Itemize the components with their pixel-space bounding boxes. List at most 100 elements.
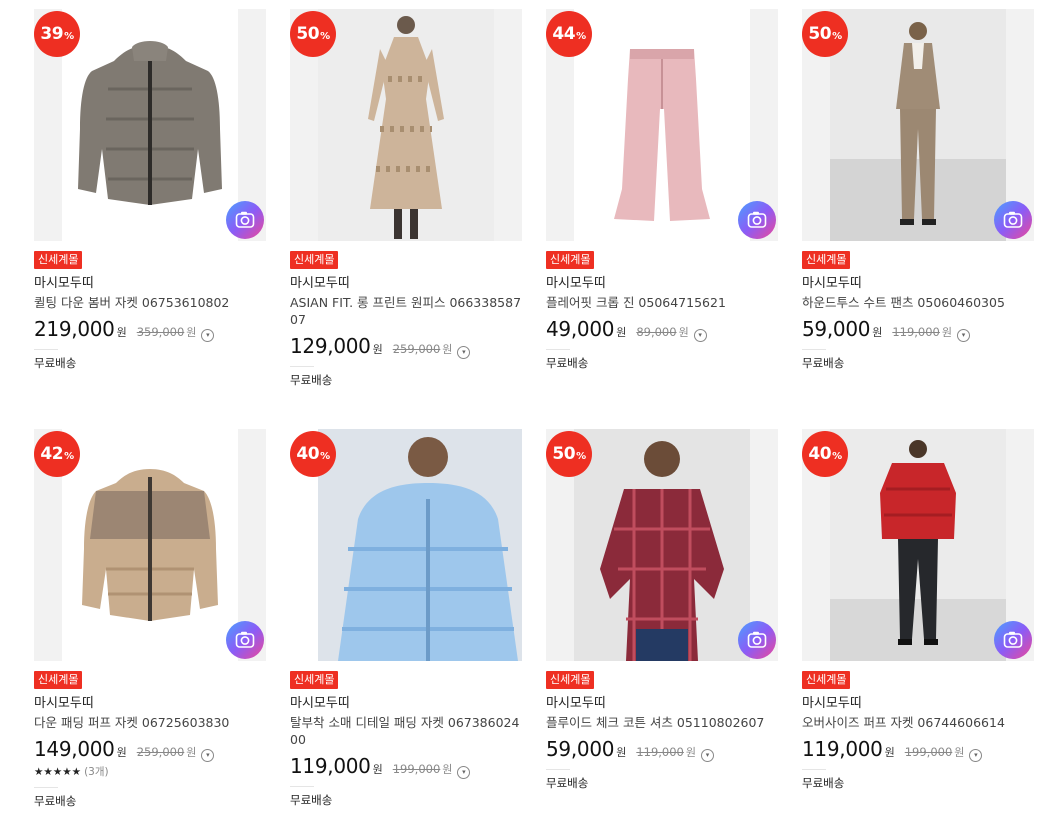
original-price: 89,000 — [636, 325, 677, 339]
price-row: 119,000 원 199,000 원 ▾ — [802, 737, 1034, 762]
discount-value: 44 — [552, 24, 576, 44]
product-card[interactable]: 39% 신세계몰 마시모두띠 퀼팅 다운 봄버 자켓 06753610802 2… — [34, 9, 266, 371]
brand-name[interactable]: 마시모두띠 — [290, 695, 522, 712]
product-image[interactable]: 44% — [546, 9, 778, 241]
brand-name[interactable]: 마시모두띠 — [802, 275, 1034, 292]
discount-value: 50 — [808, 24, 832, 44]
camera-search-icon[interactable] — [738, 201, 776, 239]
price-row: 59,000 원 119,000 원 ▾ — [802, 317, 1034, 342]
discount-badge: 42% — [34, 431, 80, 477]
price-info-icon[interactable]: ▾ — [201, 328, 215, 342]
product-name[interactable]: 플루이드 체크 코튼 셔츠 05110802607 — [546, 714, 778, 731]
product-image[interactable]: 40% — [802, 429, 1034, 661]
price-row: 59,000 원 119,000 원 ▾ — [546, 737, 778, 762]
price-row: 149,000 원 259,000 원 ▾ — [34, 737, 266, 762]
currency: 원 — [872, 326, 883, 339]
price-info-icon[interactable]: ▾ — [701, 748, 714, 762]
price-info-icon[interactable]: ▾ — [693, 328, 707, 342]
discount-percent: % — [576, 30, 586, 42]
product-photo-pink-jeans — [574, 9, 750, 241]
original-price: 199,000 — [904, 745, 953, 759]
product-image[interactable]: 40% — [290, 429, 522, 661]
sale-price: 129,000 — [290, 334, 371, 358]
review-count: (3개) — [84, 766, 109, 778]
product-card[interactable]: 50% 신세계몰 마시모두띠 하운드투스 수트 팬츠 05060460305 5… — [802, 9, 1034, 371]
original-price: 119,000 — [892, 325, 940, 339]
product-photo-houndstooth-suit — [830, 9, 1006, 241]
camera-search-icon[interactable] — [226, 621, 264, 659]
original-currency: 원 — [442, 343, 453, 356]
product-photo-puffer-jacket — [62, 429, 238, 661]
original-currency: 원 — [954, 746, 965, 759]
original-price: 259,000 — [392, 342, 441, 356]
price-row: 219,000 원 359,000 원 ▾ — [34, 317, 266, 342]
camera-search-icon[interactable] — [994, 621, 1032, 659]
product-image[interactable]: 50% — [290, 9, 522, 241]
product-photo-plaid-shirt — [574, 429, 750, 661]
product-card[interactable]: 50% 신세계몰 마시모두띠 플루이드 체크 코튼 셔츠 05110802607… — [546, 429, 778, 791]
brand-name[interactable]: 마시모두띠 — [290, 275, 522, 292]
discount-percent: % — [576, 450, 586, 462]
camera-search-icon[interactable] — [994, 201, 1032, 239]
product-image[interactable]: 39% — [34, 9, 266, 241]
price-info-icon[interactable]: ▾ — [457, 345, 471, 359]
product-name[interactable]: 다운 패딩 퍼프 자켓 06725603830 — [34, 714, 266, 731]
divider — [290, 366, 314, 367]
price-info-icon[interactable]: ▾ — [457, 765, 471, 779]
sale-price: 149,000 — [34, 737, 115, 761]
store-tag: 신세계몰 — [546, 671, 595, 689]
product-photo-red-puffer — [830, 429, 1006, 661]
sale-price: 119,000 — [290, 754, 371, 778]
sale-price: 59,000 — [802, 317, 871, 341]
divider — [34, 787, 58, 788]
brand-name[interactable]: 마시모두띠 — [802, 695, 1034, 712]
discount-badge: 44% — [546, 11, 592, 57]
price-info-icon[interactable]: ▾ — [201, 748, 215, 762]
discount-badge: 50% — [290, 11, 336, 57]
discount-percent: % — [64, 450, 74, 462]
discount-badge: 50% — [802, 11, 848, 57]
discount-value: 50 — [552, 444, 576, 464]
brand-name[interactable]: 마시모두띠 — [546, 275, 778, 292]
product-card[interactable]: 40% 신세계몰 마시모두띠 오버사이즈 퍼프 자켓 06744606614 1… — [802, 429, 1034, 791]
price-info-icon[interactable]: ▾ — [969, 748, 983, 762]
discount-value: 42 — [40, 444, 64, 464]
discount-value: 40 — [808, 444, 832, 464]
brand-name[interactable]: 마시모두띠 — [34, 695, 266, 712]
original-currency: 원 — [678, 326, 689, 339]
discount-percent: % — [832, 30, 842, 42]
product-name[interactable]: 오버사이즈 퍼프 자켓 06744606614 — [802, 714, 1034, 731]
product-card[interactable]: 40% 신세계몰 마시모두띠 탈부착 소매 디테일 패딩 자켓 06738602… — [290, 429, 522, 808]
product-name[interactable]: 탈부착 소매 디테일 패딩 자켓 06738602400 — [290, 714, 522, 748]
price-row: 49,000 원 89,000 원 ▾ — [546, 317, 778, 342]
discount-value: 50 — [296, 24, 320, 44]
currency: 원 — [616, 326, 627, 339]
rating[interactable]: ★★★★★ (3개) — [34, 764, 266, 779]
product-name[interactable]: 플레어핏 크롭 진 05064715621 — [546, 294, 778, 311]
product-card[interactable]: 42% 신세계몰 마시모두띠 다운 패딩 퍼프 자켓 06725603830 1… — [34, 429, 266, 809]
product-photo-floral-dress — [318, 9, 494, 241]
shipping-label: 무료배송 — [34, 356, 77, 370]
brand-name[interactable]: 마시모두띠 — [34, 275, 266, 292]
discount-percent: % — [320, 450, 330, 462]
product-image[interactable]: 50% — [802, 9, 1034, 241]
product-image[interactable]: 42% — [34, 429, 266, 661]
store-tag: 신세계몰 — [802, 251, 851, 269]
camera-search-icon[interactable] — [738, 621, 776, 659]
currency: 원 — [372, 343, 383, 356]
product-image[interactable]: 50% — [546, 429, 778, 661]
sale-price: 119,000 — [802, 737, 883, 761]
camera-search-icon[interactable] — [226, 201, 264, 239]
product-card[interactable]: 50% 신세계몰 마시모두띠 ASIAN FIT. 롱 프린트 원피스 0663… — [290, 9, 522, 388]
divider — [802, 769, 826, 770]
product-name[interactable]: 퀼팅 다운 봄버 자켓 06753610802 — [34, 294, 266, 311]
original-price: 199,000 — [392, 762, 441, 776]
product-card[interactable]: 44% 신세계몰 마시모두띠 플레어핏 크롭 진 05064715621 49,… — [546, 9, 778, 371]
price-info-icon[interactable]: ▾ — [957, 328, 970, 342]
product-name[interactable]: 하운드투스 수트 팬츠 05060460305 — [802, 294, 1034, 311]
original-currency: 원 — [186, 746, 197, 759]
store-tag: 신세계몰 — [34, 251, 83, 269]
product-name[interactable]: ASIAN FIT. 롱 프린트 원피스 06633858707 — [290, 294, 522, 328]
original-currency: 원 — [685, 746, 696, 759]
brand-name[interactable]: 마시모두띠 — [546, 695, 778, 712]
